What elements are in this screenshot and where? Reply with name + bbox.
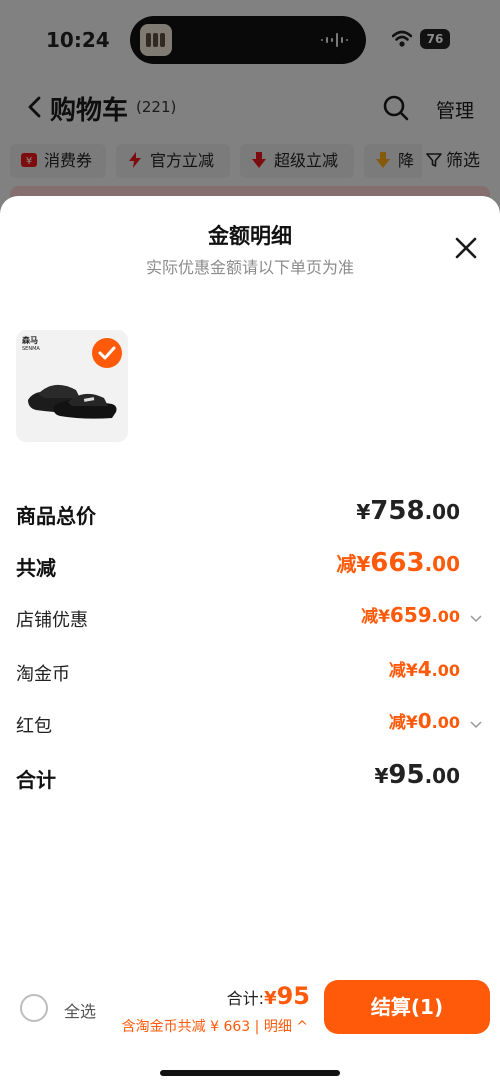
sheet-title: 金额明细 xyxy=(208,224,292,248)
sandal-product-image xyxy=(28,384,117,419)
row-coins: 淘金币 减¥4.00 xyxy=(16,656,486,690)
row-label: 店铺优惠 xyxy=(16,610,88,631)
coins-amount: 减¥4.00 xyxy=(388,657,460,681)
selected-check-icon[interactable] xyxy=(92,338,122,368)
home-indicator xyxy=(160,1070,340,1076)
row-label: 红包 xyxy=(16,716,52,737)
sheet-subtitle: 实际优惠金额请以下单页为准 xyxy=(145,258,354,277)
sum-amount: ¥95.00 xyxy=(374,760,460,790)
overlay-scrim[interactable] xyxy=(0,0,500,220)
select-all-label[interactable]: 全选 xyxy=(64,998,96,1022)
row-red-packet[interactable]: 红包 减¥0.00 xyxy=(16,708,486,742)
close-icon[interactable] xyxy=(454,236,478,260)
red-packet-amount: 减¥0.00 xyxy=(388,709,460,733)
row-total-price: 商品总价 ¥758.00 xyxy=(16,496,486,530)
row-label: 合计 xyxy=(16,768,56,792)
row-label: 共减 xyxy=(16,556,56,580)
amount-detail-sheet: 金额明细 实际优惠金额请以下单页为准 森马 SENMA 商品总价 ¥758.00… xyxy=(0,196,500,1087)
brand-logo: 森马 SENMA xyxy=(22,336,40,352)
row-label: 淘金币 xyxy=(16,664,70,685)
chevron-down-icon[interactable] xyxy=(470,720,482,730)
row-shop-discount[interactable]: 店铺优惠 减¥659.00 xyxy=(16,602,486,636)
checkout-button[interactable]: 结算(1) xyxy=(324,980,490,1034)
product-thumbnail[interactable]: 森马 SENMA xyxy=(16,330,128,442)
bottom-total: 合计:¥95 xyxy=(226,982,310,1010)
row-sum: 合计 ¥95.00 xyxy=(16,760,486,794)
row-label: 商品总价 xyxy=(16,504,96,528)
chevron-down-icon[interactable] xyxy=(470,614,482,624)
shop-discount-amount: 减¥659.00 xyxy=(361,603,460,627)
total-price-amount: ¥758.00 xyxy=(356,496,460,526)
discount-detail-link[interactable]: 含淘金币共减 ¥ 663 | 明细 ^ xyxy=(122,1016,308,1036)
select-all-radio[interactable] xyxy=(20,994,48,1022)
row-total-discount: 共减 减¥663.00 xyxy=(16,548,486,582)
total-discount-amount: 减¥663.00 xyxy=(336,548,460,578)
